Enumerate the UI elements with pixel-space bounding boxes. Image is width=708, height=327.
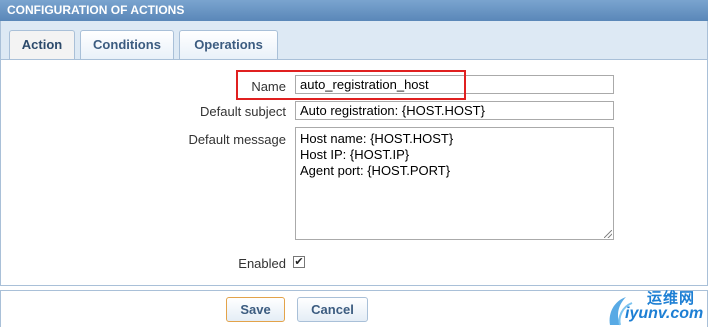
default-subject-label: Default subject [200,104,286,119]
watermark-en: iyunv.com [625,305,704,322]
section-title: CONFIGURATION OF ACTIONS [7,3,185,17]
message-line: Host name: {HOST.HOST} [300,131,454,146]
default-message-textarea[interactable]: Host name: {HOST.HOST} Host IP: {HOST.IP… [295,127,614,240]
enabled-checkbox[interactable]: ✔ [293,256,305,268]
message-line: Host IP: {HOST.IP} [300,147,410,162]
tab-action[interactable]: Action [9,30,75,59]
tab-conditions[interactable]: Conditions [80,30,174,59]
tab-bar: Action Conditions Operations [0,21,708,59]
default-message-label: Default message [188,132,286,147]
message-line: Agent port: {HOST.PORT} [300,163,451,178]
tab-operations[interactable]: Operations [179,30,278,59]
highlight-box [236,70,466,100]
section-header: CONFIGURATION OF ACTIONS [0,0,708,21]
resize-handle-icon[interactable] [604,230,612,238]
enabled-label: Enabled [238,256,286,271]
cancel-button[interactable]: Cancel [297,297,368,322]
save-button[interactable]: Save [226,297,285,322]
default-subject-input[interactable]: Auto registration: {HOST.HOST} [295,101,614,120]
checkmark-icon: ✔ [294,256,304,268]
